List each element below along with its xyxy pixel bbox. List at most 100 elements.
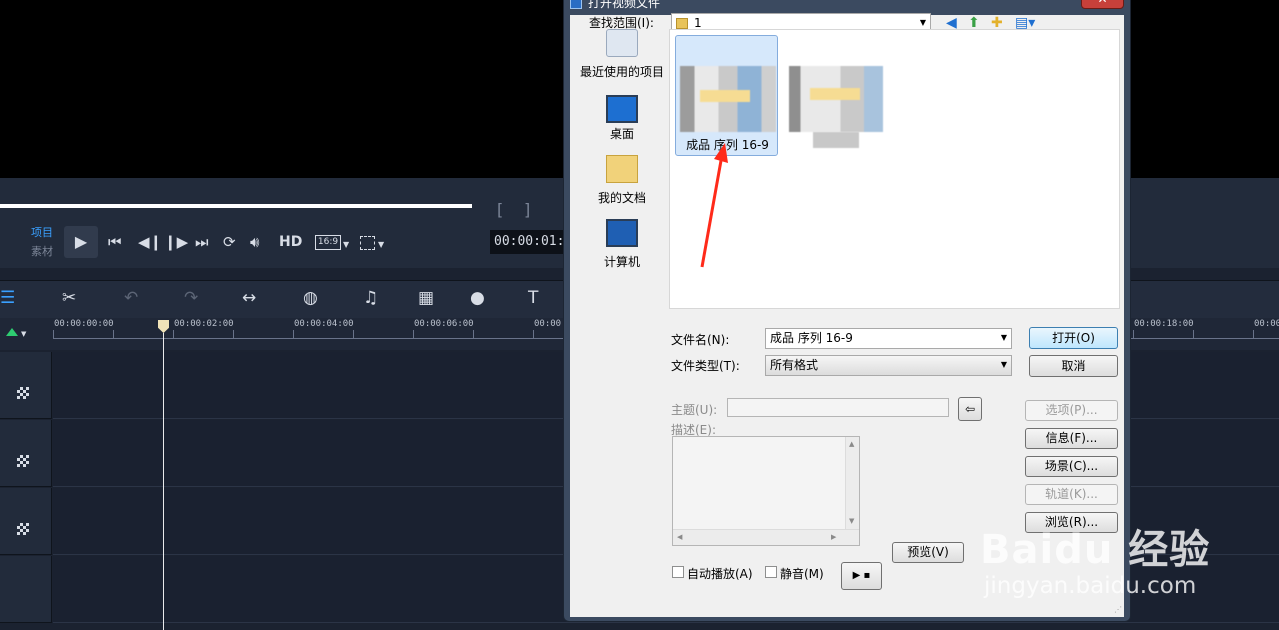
ruler-label: 00:00:04:00 xyxy=(294,319,354,329)
subject-input[interactable] xyxy=(727,398,949,417)
filename-input[interactable]: 成品 序列 16-9 ▼ xyxy=(765,328,1012,349)
redo-icon[interactable]: ↷ xyxy=(184,288,198,308)
place-label: 最近使用的项目 xyxy=(579,65,664,79)
scroll-left-icon[interactable]: ◀ xyxy=(677,533,682,541)
checker-icon xyxy=(17,455,29,467)
selection-box-icon[interactable] xyxy=(360,236,375,250)
thumbnail-highlight xyxy=(700,90,750,102)
title-icon[interactable]: T xyxy=(528,288,538,308)
resize-grip-icon[interactable]: ⋰ xyxy=(1114,605,1122,614)
ruler-label: 00:00 xyxy=(534,319,562,329)
volume-icon[interactable]: 🔊︎ xyxy=(250,233,259,251)
track-manager-icon[interactable] xyxy=(6,328,18,336)
dialog-titlebar[interactable]: 打开视频文件 ✕ xyxy=(564,0,1130,10)
play-button[interactable]: ▶ xyxy=(64,226,98,258)
autoplay-label: 自动播放(A) xyxy=(687,567,753,581)
filename-label: 文件名(N): xyxy=(671,333,730,347)
ruler-tick xyxy=(533,330,534,338)
ruler-label: 00:00:06:00 xyxy=(414,319,474,329)
ruler-tick xyxy=(173,330,174,338)
skip-end-icon[interactable]: ⏭ xyxy=(195,233,209,251)
file-list[interactable]: 成品 序列 16-9 xyxy=(669,29,1120,309)
options-button[interactable]: 选项(P)... xyxy=(1025,400,1118,421)
app-icon xyxy=(570,0,582,9)
aspect-ratio-button[interactable]: 16:9 xyxy=(315,235,341,250)
mark-out-button[interactable]: ] xyxy=(524,200,530,219)
track-header[interactable] xyxy=(0,352,52,419)
ruler-tick xyxy=(113,330,114,338)
hd-toggle[interactable]: HD xyxy=(279,234,302,250)
ruler-label: 00:00 xyxy=(1254,319,1279,329)
audio-mixer-icon[interactable]: ♫ xyxy=(363,288,378,308)
storyboard-view-icon[interactable]: ☰ xyxy=(0,288,15,308)
track-header[interactable] xyxy=(0,556,52,623)
horizontal-scrollbar[interactable]: ◀ ▶ xyxy=(673,529,859,545)
checker-icon xyxy=(17,523,29,535)
annotation-arrow-icon xyxy=(700,143,728,268)
checker-icon xyxy=(17,387,29,399)
scroll-down-icon[interactable]: ▼ xyxy=(849,517,854,525)
preview-button[interactable]: 预览(V) xyxy=(892,542,964,563)
playhead-line xyxy=(163,333,164,630)
close-icon: ✕ xyxy=(1097,0,1107,6)
recent-items-icon xyxy=(606,29,638,57)
track-header[interactable] xyxy=(0,420,52,487)
description-input[interactable]: ▲ ▼ ◀ ▶ xyxy=(672,436,860,546)
mode-clip-label[interactable]: 素材 xyxy=(31,243,53,259)
ruler-tick xyxy=(293,330,294,338)
record-capture-icon[interactable]: ◍ xyxy=(303,288,318,308)
file-label-blurred xyxy=(813,132,859,148)
scrub-bar[interactable] xyxy=(0,204,472,208)
track-header[interactable] xyxy=(0,488,52,555)
chevron-down-icon[interactable]: ▼ xyxy=(378,240,384,249)
ruler-tick xyxy=(353,330,354,338)
ruler-label: 00:00:00:00 xyxy=(54,319,114,329)
mode-project-label[interactable]: 项目 xyxy=(31,224,53,240)
repeat-icon[interactable]: ⟳ xyxy=(223,233,236,251)
close-button[interactable]: ✕ xyxy=(1081,0,1124,9)
skip-start-icon[interactable]: ⏮ xyxy=(108,233,122,251)
info-button[interactable]: 信息(F)... xyxy=(1025,428,1118,449)
mark-in-button[interactable]: [ xyxy=(497,200,503,219)
track-button[interactable]: 轨道(K)... xyxy=(1025,484,1118,505)
place-label: 计算机 xyxy=(603,255,640,269)
step-back-icon[interactable]: ◀❙ xyxy=(138,233,162,251)
scroll-right-icon[interactable]: ▶ xyxy=(831,533,836,541)
mute-label: 静音(M) xyxy=(780,567,824,581)
watermark-logo: Baidu 经验 xyxy=(980,527,1211,573)
autoplay-checkbox[interactable] xyxy=(672,566,684,578)
ruler-tick xyxy=(233,330,234,338)
play-preview-button[interactable]: ▶ ▪ xyxy=(841,562,882,590)
film-strip-icon[interactable]: ▦ xyxy=(418,288,434,308)
tools-icon[interactable]: ✂ xyxy=(62,288,76,308)
scene-button[interactable]: 场景(C)... xyxy=(1025,456,1118,477)
chevron-down-icon: ▼ xyxy=(1000,360,1007,369)
chevron-down-icon[interactable]: ▼ xyxy=(21,330,26,338)
filetype-value: 所有格式 xyxy=(770,358,819,372)
watermark-url: jingyan.baidu.com xyxy=(984,573,1197,599)
place-label: 我的文档 xyxy=(597,191,646,205)
ruler-label: 00:00:02:00 xyxy=(174,319,234,329)
chevron-down-icon: ▼ xyxy=(1000,333,1007,342)
mute-checkbox[interactable] xyxy=(765,566,777,578)
chevron-down-icon[interactable]: ▼ xyxy=(343,240,349,249)
desktop-icon xyxy=(606,95,638,123)
undo-icon[interactable]: ↶ xyxy=(124,288,138,308)
dialog-title: 打开视频文件 xyxy=(588,0,661,10)
ruler-tick xyxy=(473,330,474,338)
arrow-left-icon: ⇦ xyxy=(964,402,976,416)
scroll-up-icon[interactable]: ▲ xyxy=(849,440,854,448)
vertical-scrollbar[interactable]: ▲ ▼ xyxy=(845,437,859,529)
step-forward-icon[interactable]: ❙▶ xyxy=(164,233,188,251)
open-button[interactable]: 打开(O) xyxy=(1029,327,1118,349)
ruler-tick xyxy=(1193,330,1194,338)
lookin-value: 1 xyxy=(694,16,702,30)
filetype-dropdown[interactable]: 所有格式 ▼ xyxy=(765,355,1012,376)
timecode-display[interactable]: 00:00:01:0 xyxy=(490,230,572,254)
subject-insert-button[interactable]: ⇦ xyxy=(958,397,982,421)
file-item-selected[interactable]: 成品 序列 16-9 xyxy=(675,35,778,156)
multi-circle-icon[interactable]: ● xyxy=(470,288,485,308)
fit-timeline-icon[interactable]: ↔ xyxy=(242,288,256,308)
ruler-tick xyxy=(413,330,414,338)
cancel-button[interactable]: 取消 xyxy=(1029,355,1118,377)
